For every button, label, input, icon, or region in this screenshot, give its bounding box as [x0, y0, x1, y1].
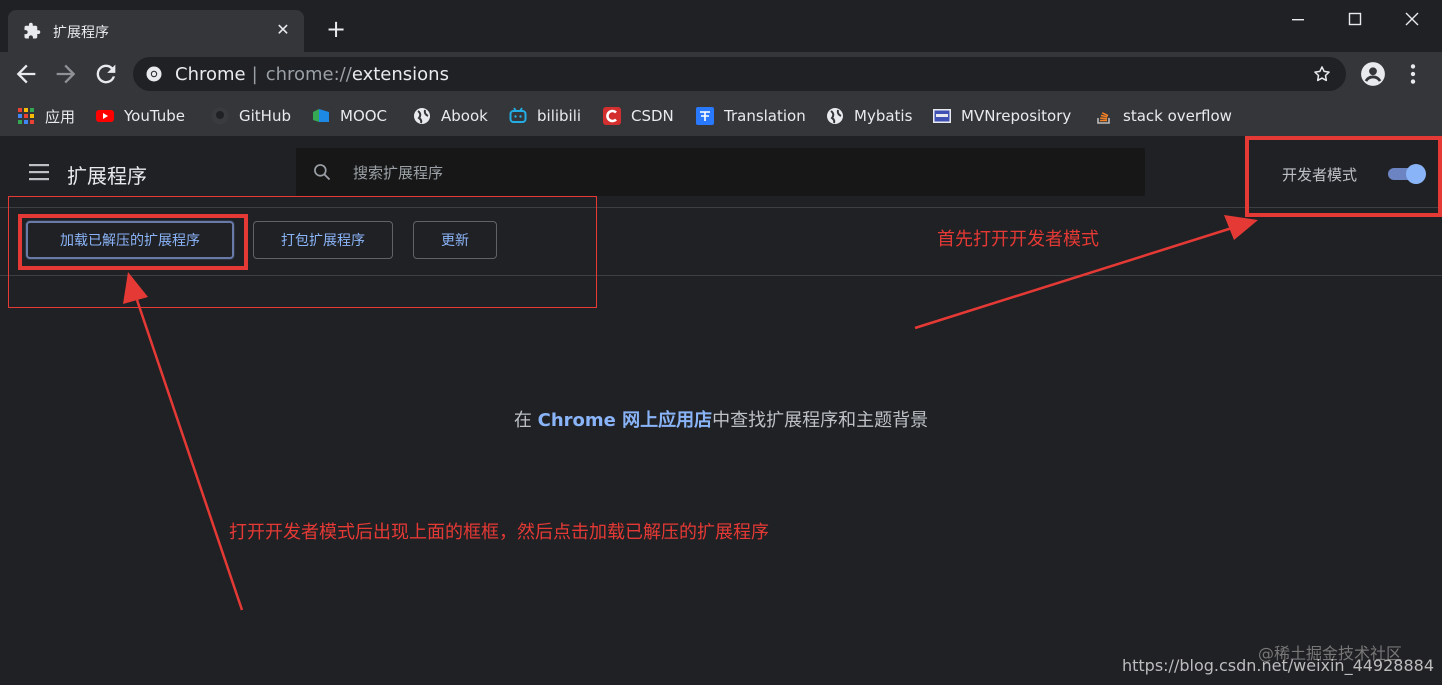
profile-avatar-icon[interactable]: [1360, 61, 1386, 87]
minimize-icon: [1292, 19, 1304, 21]
bookmark-apps[interactable]: 应用: [17, 106, 75, 126]
bookmark-label: 应用: [45, 107, 76, 126]
forward-arrow-icon[interactable]: [52, 60, 80, 88]
bookmark-translation[interactable]: Translation: [696, 106, 806, 126]
tab-strip: 扩展程序 ✕ +: [0, 0, 1442, 52]
browser-toolbar: Chrome | chrome://extensions: [0, 52, 1442, 96]
maximize-button[interactable]: [1327, 4, 1383, 32]
globe-icon: [414, 108, 430, 124]
bookmark-label: YouTube: [124, 107, 185, 125]
mooc-icon: [313, 109, 329, 122]
more-options-icon[interactable]: [1400, 61, 1426, 87]
annotation-box-developer-mode: [1245, 136, 1442, 217]
bookmark-mvnrepository[interactable]: MVNrepository: [933, 106, 1071, 126]
bookmark-github[interactable]: GitHub: [211, 106, 291, 126]
webstore-link[interactable]: Chrome 网上应用店: [538, 410, 713, 431]
close-icon: [1405, 12, 1419, 26]
webstore-message: 在 Chrome 网上应用店中查找扩展程序和主题背景: [0, 406, 1442, 432]
github-icon: [211, 107, 229, 125]
bookmark-label: stack overflow: [1123, 107, 1232, 125]
bookmark-label: Mybatis: [854, 107, 913, 125]
url-site-name: Chrome: [175, 64, 246, 85]
bilibili-icon: [509, 107, 527, 123]
webstore-suffix: 中查找扩展程序和主题背景: [712, 410, 929, 431]
new-tab-button[interactable]: +: [323, 17, 349, 43]
bookmark-star-icon[interactable]: [1312, 64, 1332, 84]
url-separator: |: [251, 64, 258, 85]
bookmark-label: GitHub: [239, 107, 291, 125]
url-scheme: chrome://: [265, 64, 352, 85]
bookmark-label: MOOC: [340, 107, 388, 125]
bookmark-csdn[interactable]: CSDN: [603, 106, 674, 126]
apps-grid-icon: [18, 108, 34, 124]
maximize-icon: [1348, 12, 1362, 26]
tab-title: 扩展程序: [53, 25, 109, 41]
page-title: 扩展程序: [67, 164, 147, 188]
minimize-button[interactable]: [1270, 4, 1326, 32]
bookmark-mooc[interactable]: MOOC: [312, 106, 387, 126]
chrome-logo-icon: [146, 66, 162, 82]
bookmark-mybatis[interactable]: Mybatis: [826, 106, 912, 126]
bookmark-youtube[interactable]: YouTube: [96, 106, 185, 126]
annotation-text-second-step: 打开开发者模式后出现上面的框框，然后点击加载已解压的扩展程序: [229, 522, 769, 543]
bookmark-label: bilibili: [537, 107, 582, 125]
youtube-icon: [96, 110, 114, 122]
bookmark-abook[interactable]: Abook: [413, 106, 488, 126]
back-arrow-icon[interactable]: [12, 60, 40, 88]
search-icon: [314, 164, 331, 181]
bookmark-label: CSDN: [631, 107, 674, 125]
globe-icon: [827, 108, 843, 124]
bookmark-label: MVNrepository: [961, 107, 1072, 125]
csdn-icon: [603, 107, 621, 125]
search-input[interactable]: [351, 160, 1115, 186]
webstore-prefix: 在: [513, 410, 538, 431]
hamburger-menu-icon[interactable]: [28, 162, 52, 182]
bookmarks-bar: 应用 YouTube GitHub MOOC Abook bilibili CS…: [0, 96, 1442, 136]
tab-close-icon[interactable]: ✕: [272, 19, 294, 41]
url-text: Chrome | chrome://extensions: [175, 64, 449, 85]
window-close-button[interactable]: [1384, 4, 1440, 32]
bookmark-label: Translation: [724, 107, 806, 125]
watermark-url: https://blog.csdn.net/weixin_44928884: [1121, 656, 1434, 675]
tab-extensions[interactable]: 扩展程序 ✕: [8, 10, 304, 52]
url-host: extensions: [351, 64, 449, 85]
annotation-box-load-button: [18, 214, 248, 270]
reload-icon[interactable]: [92, 60, 120, 88]
mvn-icon: [933, 109, 951, 123]
search-box[interactable]: [296, 148, 1145, 196]
bookmark-stackoverflow[interactable]: stack overflow: [1095, 106, 1232, 126]
translate-icon: [696, 107, 714, 125]
address-bar[interactable]: Chrome | chrome://extensions: [133, 57, 1346, 91]
bookmark-label: Abook: [441, 107, 488, 125]
bookmark-bilibili[interactable]: bilibili: [509, 106, 581, 126]
puzzle-piece-icon: [24, 22, 41, 39]
annotation-text-first-step: 首先打开开发者模式: [937, 229, 1099, 250]
stackoverflow-icon: [1097, 112, 1110, 124]
